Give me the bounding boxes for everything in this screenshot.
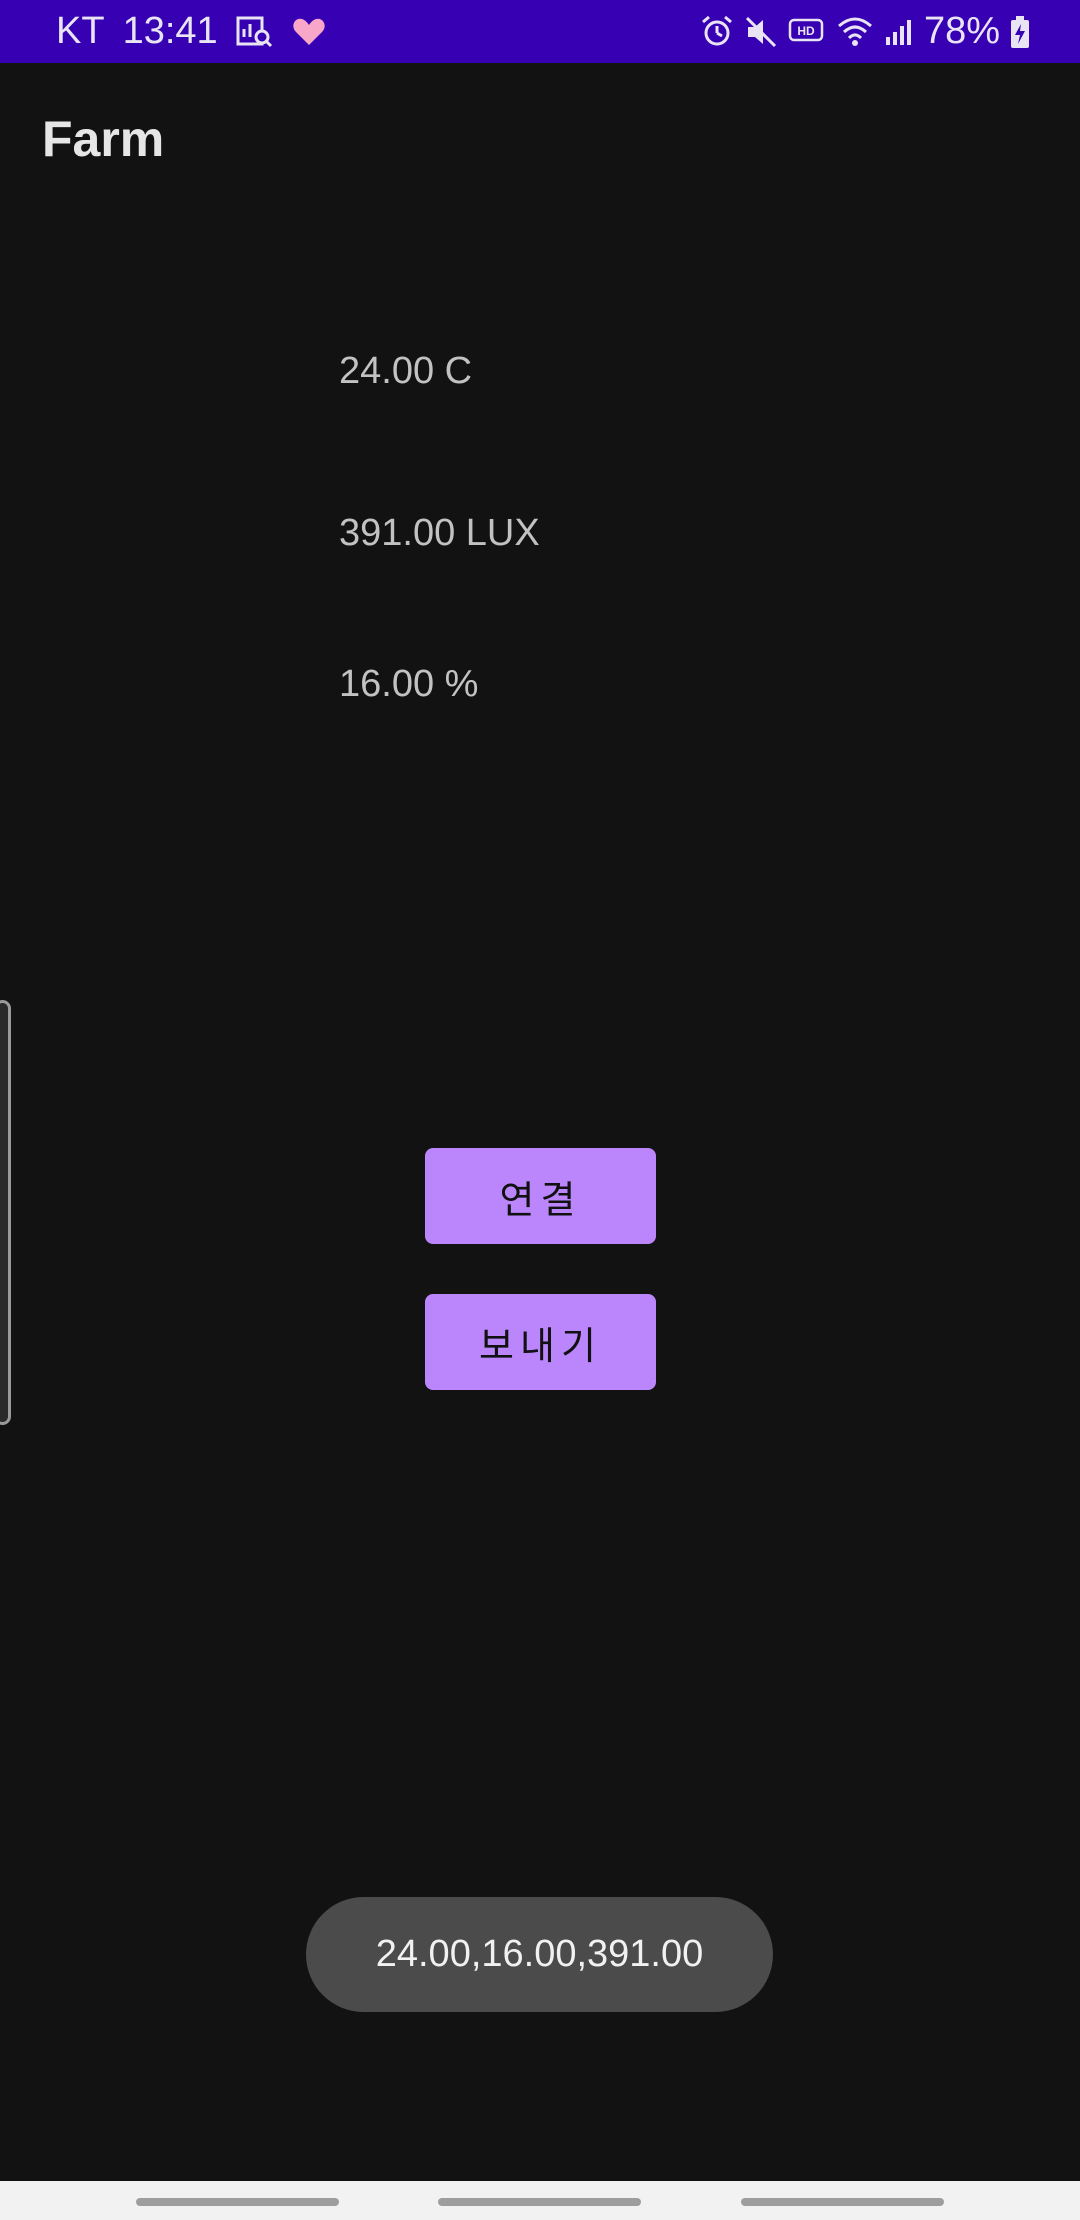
toast-message: 24.00,16.00,391.00 [306,1897,773,2012]
clock: 13:41 [122,10,218,52]
battery-percent: 78% [923,10,1000,52]
illuminance-reading: 391.00 LUX [339,512,540,554]
humidity-reading: 16.00 % [339,663,479,705]
mute-icon [744,15,778,49]
gallery-search-icon [236,15,274,49]
wifi-icon [836,16,874,48]
nav-home-gesture[interactable] [438,2198,641,2206]
status-bar: KT 13:41 HD 78% [0,0,1080,63]
heart-icon [292,17,326,47]
connect-button[interactable]: 연결 [425,1148,656,1244]
temperature-reading: 24.00 C [339,350,473,392]
svg-text:HD: HD [797,24,815,38]
alarm-icon [700,15,734,49]
carrier-label: KT [56,10,105,52]
status-bar-left: KT 13:41 [56,0,326,63]
edge-panel-handle[interactable] [0,1000,11,1425]
hd-icon: HD [788,17,826,47]
send-button[interactable]: 보내기 [425,1294,656,1390]
signal-icon [884,17,914,47]
nav-back-gesture[interactable] [136,2198,339,2206]
navigation-bar [0,2181,1080,2220]
nav-recents-gesture[interactable] [741,2198,944,2206]
page-title: Farm [42,111,165,167]
app-screen: KT 13:41 HD 78% Farm 24.00 C 391.00 LUX … [0,0,1080,2220]
battery-charging-icon [1010,15,1030,49]
status-bar-right: HD 78% [700,0,1030,63]
